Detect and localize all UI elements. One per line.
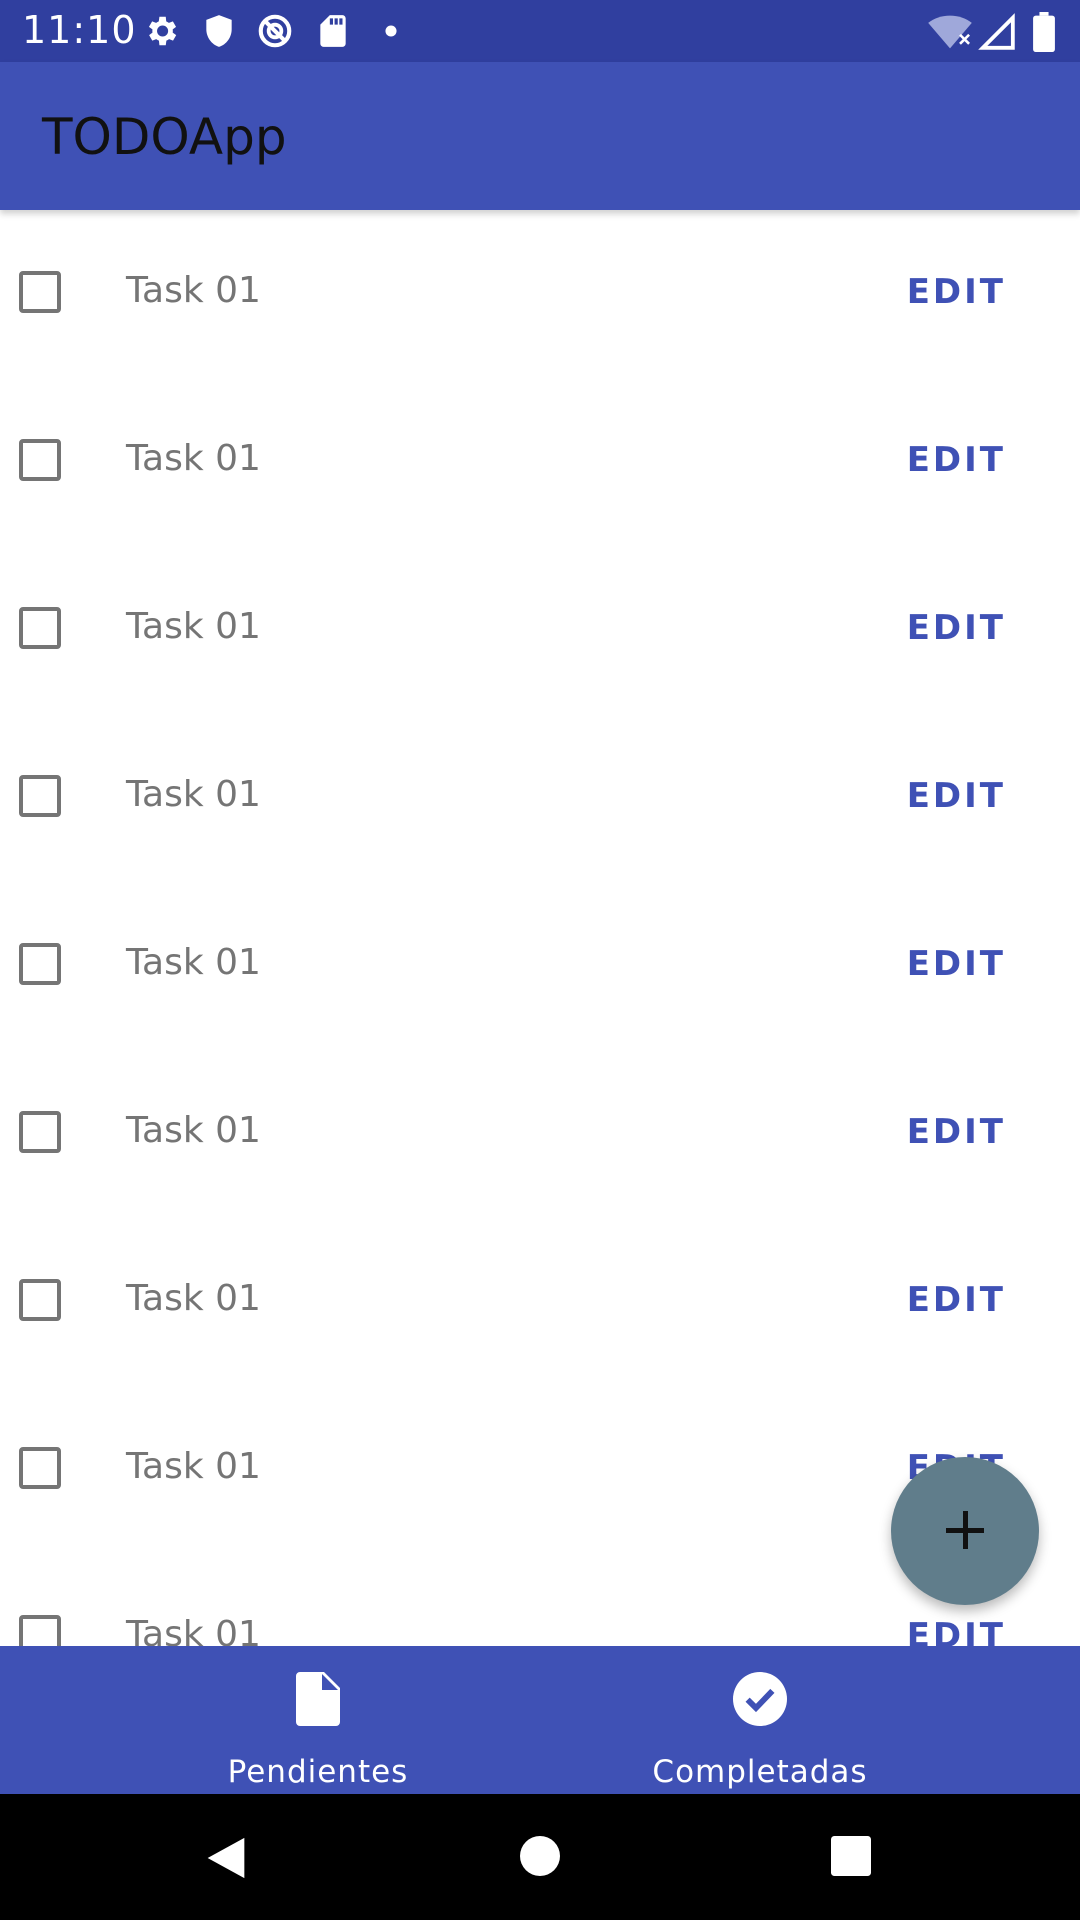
edit-button[interactable]: EDIT [907,272,1006,312]
nav-item-completadas[interactable]: Completadas [540,1646,980,1794]
edit-button[interactable]: EDIT [907,440,1006,480]
task-label: Task 01 [126,438,261,479]
home-icon[interactable] [520,1836,560,1876]
back-icon[interactable] [204,1836,248,1880]
task-checkbox[interactable] [19,775,61,817]
task-label: Task 01 [126,270,261,311]
edit-button[interactable]: EDIT [907,1280,1006,1320]
task-row: Task 01 EDIT [0,546,1080,714]
shield-icon [206,15,232,47]
task-row: Task 01 EDIT [0,210,1080,378]
task-label: Task 01 [126,1278,261,1319]
task-checkbox[interactable] [19,439,61,481]
edit-button[interactable]: EDIT [907,944,1006,984]
task-label: Task 01 [126,1446,261,1487]
task-label: Task 01 [126,1110,261,1151]
battery-icon [1033,12,1055,52]
task-checkbox[interactable] [19,607,61,649]
task-checkbox[interactable] [19,1615,61,1646]
edit-button[interactable]: EDIT [907,608,1006,648]
task-row: Task 01 EDIT [0,714,1080,882]
bottom-nav: Pendientes Completadas [0,1646,1080,1794]
task-row: Task 01 EDIT [0,1050,1080,1218]
status-bar: 11:10 [0,0,1080,62]
task-label: Task 01 [126,774,261,815]
nav-label-completadas: Completadas [652,1754,868,1790]
app-title: TODOApp [42,108,287,166]
no-sync-icon [258,14,292,48]
task-label: Task 01 [126,942,261,983]
system-nav-bar [0,1794,1080,1920]
signal-icon [978,13,1015,50]
app-bar: TODOApp [0,62,1080,210]
task-row: Task 01 EDIT [0,882,1080,1050]
status-time: 11:10 [22,8,137,52]
task-list[interactable]: Task 01 EDIT Task 01 EDIT Task 01 EDIT T… [0,210,1080,1646]
dot-icon [385,25,397,37]
nav-item-pendientes[interactable]: Pendientes [98,1646,538,1794]
task-label: Task 01 [126,1614,261,1646]
status-system-icons [928,12,1062,52]
task-checkbox[interactable] [19,1111,61,1153]
edit-button[interactable]: EDIT [907,1112,1006,1152]
sd-card-icon [320,15,346,47]
add-task-fab[interactable] [891,1457,1039,1605]
edit-button[interactable]: EDIT [907,776,1006,816]
task-label: Task 01 [126,606,261,647]
task-row: Task 01 EDIT [0,378,1080,546]
task-checkbox[interactable] [19,271,61,313]
wifi-off-icon [928,15,972,49]
recents-icon[interactable] [831,1836,871,1876]
task-checkbox[interactable] [19,1279,61,1321]
task-checkbox[interactable] [19,1447,61,1489]
nav-label-pendientes: Pendientes [227,1754,409,1790]
edit-button[interactable]: EDIT [907,1616,1006,1646]
check-circle-icon [733,1672,787,1726]
document-icon [296,1672,340,1726]
gear-icon [148,16,177,46]
task-checkbox[interactable] [19,943,61,985]
task-row: Task 01 EDIT [0,1218,1080,1386]
